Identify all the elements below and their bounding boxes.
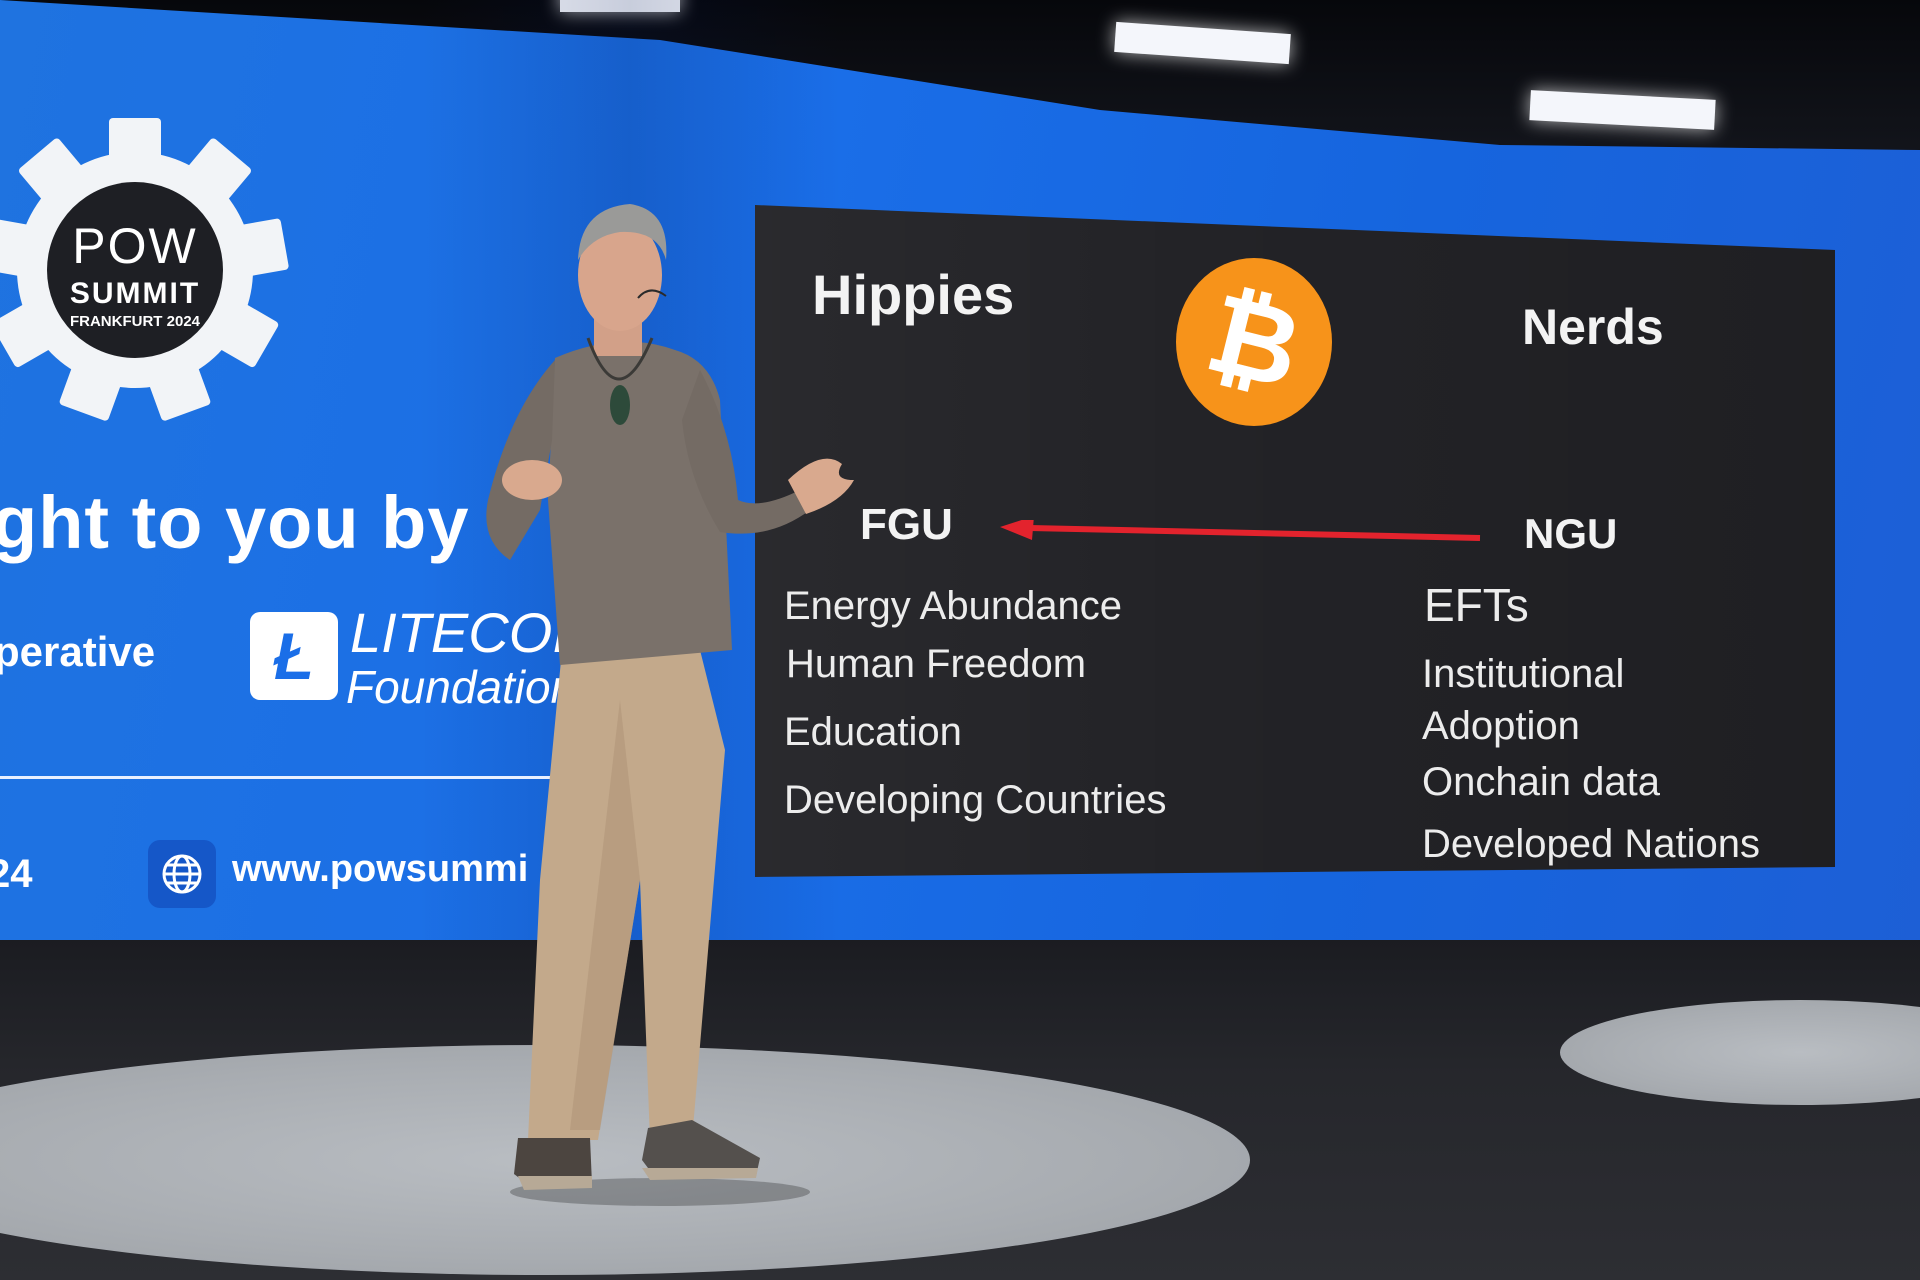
logo-city-text: FRANKFURT 2024 xyxy=(69,313,201,330)
conference-stage-photo: POW SUMMIT FRANKFURT 2024 ght to you by … xyxy=(0,0,1920,1280)
logo-summit-text: SUMMIT xyxy=(69,277,201,310)
bitcoin-icon: ₿ xyxy=(1176,258,1332,426)
right-list-item: Institutional xyxy=(1422,652,1625,696)
right-list-item: Onchain data xyxy=(1422,760,1660,804)
litecoin-icon: Ł xyxy=(250,612,338,700)
slide-heading-nerds: Nerds xyxy=(1522,299,1664,355)
right-list-item: Developed Nations xyxy=(1422,822,1760,866)
pow-summit-logo: POW SUMMIT FRANKFURT 2024 xyxy=(0,115,290,425)
logo-pow-text: POW xyxy=(72,218,198,274)
ceiling-light xyxy=(1529,90,1716,130)
arrow-icon xyxy=(1000,520,1481,541)
globe-icon xyxy=(148,840,216,908)
speaker-figure xyxy=(470,180,930,1220)
right-list-item: EFTs xyxy=(1424,579,1529,631)
right-list-item: Adoption xyxy=(1422,704,1580,748)
slide-tag-ngu: NGU xyxy=(1524,510,1618,557)
sponsor-cooperative: perative xyxy=(0,628,156,675)
sponsor-heading: ght to you by xyxy=(0,481,470,564)
ceiling-light xyxy=(1114,21,1291,65)
event-year: 24 xyxy=(0,852,33,896)
